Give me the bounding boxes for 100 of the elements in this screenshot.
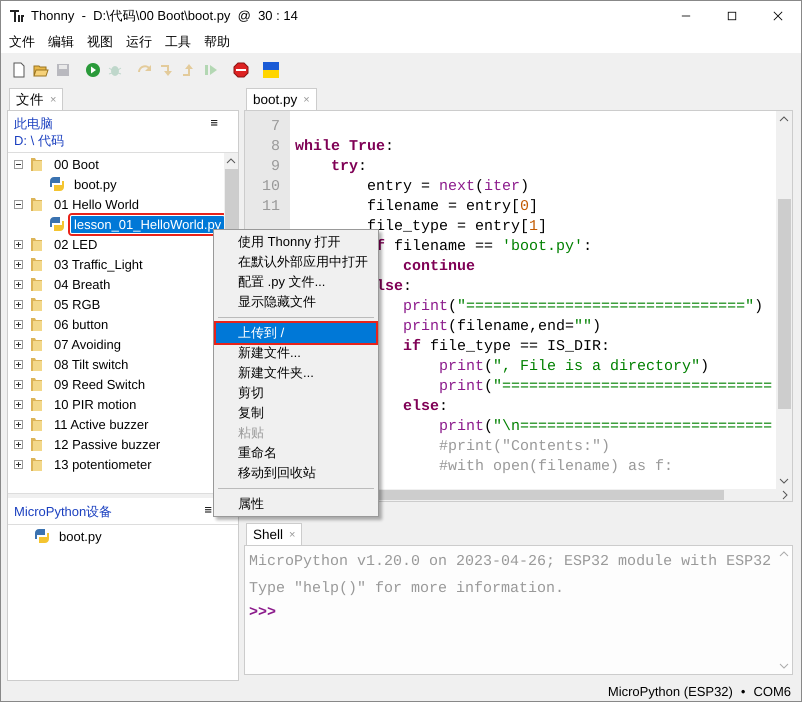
menu-icon[interactable]: ≡ xyxy=(210,115,218,130)
tree-item[interactable]: 06 button xyxy=(51,316,112,332)
folder-icon xyxy=(29,156,45,172)
code-line: entry = next(iter) xyxy=(367,178,530,195)
context-menu-item[interactable]: 属性 xyxy=(216,494,376,514)
expander-icon[interactable] xyxy=(14,240,23,248)
expander-icon[interactable] xyxy=(14,380,23,388)
stop-sign-icon[interactable] xyxy=(233,62,249,78)
code-line: file_type = entry[1] xyxy=(367,218,548,235)
python-file-icon xyxy=(49,216,65,232)
menu-item[interactable]: 文件 xyxy=(9,33,35,51)
context-menu-item[interactable]: 配置 .py 文件... xyxy=(216,272,376,292)
tree-item[interactable]: 00 Boot xyxy=(51,156,102,172)
folder-icon xyxy=(29,376,45,392)
code-line: #with open(filename) as f: xyxy=(439,458,674,475)
tree-item[interactable]: 05 RGB xyxy=(51,296,104,312)
expander-icon[interactable] xyxy=(14,340,23,348)
folder-icon xyxy=(29,316,45,332)
tree-item[interactable]: 13 potentiometer xyxy=(51,456,155,472)
folder-icon xyxy=(29,236,45,252)
menu-item[interactable]: 工具 xyxy=(165,33,191,51)
files-tab[interactable]: 文件 × xyxy=(9,88,64,110)
code-line: print("\n============================ xyxy=(439,418,772,435)
tree-item[interactable]: boot.py xyxy=(71,176,120,192)
folder-icon xyxy=(29,296,45,312)
tree-item[interactable]: 11 Active buzzer xyxy=(51,416,152,432)
run-icon[interactable] xyxy=(85,62,101,78)
arrow-up-icon[interactable] xyxy=(779,116,789,122)
expander-icon[interactable] xyxy=(14,260,23,268)
expander-icon[interactable] xyxy=(14,200,23,208)
context-menu-item[interactable]: 复制 xyxy=(216,403,376,423)
flag-icon[interactable] xyxy=(263,62,279,78)
expander-icon[interactable] xyxy=(14,280,23,288)
context-menu-item[interactable]: 重命名 xyxy=(216,443,376,463)
scrollbar[interactable] xyxy=(776,111,792,489)
expander-icon[interactable] xyxy=(14,320,23,328)
context-menu-item[interactable]: 上传到 / xyxy=(216,323,376,343)
new-file-icon[interactable] xyxy=(11,62,27,78)
tree-item[interactable]: 03 Traffic_Light xyxy=(51,256,146,272)
line-number: 11 xyxy=(262,197,280,217)
expander-icon[interactable] xyxy=(14,400,23,408)
code-line: print(", File is a directory") xyxy=(439,358,710,375)
code-line: print("============================== xyxy=(439,378,772,395)
code-line: filename = entry[0] xyxy=(367,198,538,215)
context-menu-item[interactable]: 新建文件夹... xyxy=(216,363,376,383)
context-menu-item[interactable]: 在默认外部应用中打开 xyxy=(216,252,376,272)
code-line: else: xyxy=(403,398,448,415)
code-line: print(filename,end="") xyxy=(403,318,602,335)
app-icon xyxy=(9,8,25,24)
python-file-icon xyxy=(49,176,65,192)
shell-tab[interactable]: Shell × xyxy=(246,523,302,545)
line-number: 10 xyxy=(262,177,280,197)
expander-icon[interactable] xyxy=(14,420,23,428)
path-link[interactable]: D: \ 代码 xyxy=(14,133,64,148)
code-line: continue xyxy=(403,258,476,275)
shell-line: MicroPython v1.20.0 on 2023-04-26; ESP32 module with ESP32 xyxy=(249,552,772,572)
code-line: #print("Contents:") xyxy=(439,438,610,455)
python-file-icon xyxy=(34,528,50,544)
arrow-right-icon[interactable] xyxy=(782,490,788,500)
tree-item[interactable]: lesson_01_HelloWorld.py xyxy=(71,216,224,232)
expander-icon[interactable] xyxy=(14,460,23,468)
tree-item[interactable]: 04 Breath xyxy=(51,276,114,292)
expander-icon[interactable] xyxy=(14,300,23,308)
folder-icon xyxy=(29,436,45,452)
menu-item[interactable]: 编辑 xyxy=(48,33,74,51)
expander-icon[interactable] xyxy=(14,360,23,368)
menu-icon[interactable]: ≡ xyxy=(204,502,212,517)
tree-item[interactable]: boot.py xyxy=(56,528,105,544)
expander-icon[interactable] xyxy=(14,440,23,448)
menu-item[interactable]: 视图 xyxy=(87,33,113,51)
menu-item[interactable]: 运行 xyxy=(126,33,152,51)
context-menu-item[interactable]: 剪切 xyxy=(216,383,376,403)
shell-line: Type "help()" for more information. xyxy=(249,579,566,599)
device-title: MicroPython设备 xyxy=(14,504,112,519)
folder-icon xyxy=(29,356,45,372)
shell-line: >>> xyxy=(249,603,276,623)
arrow-up-icon[interactable] xyxy=(226,158,236,164)
tree-item[interactable]: 01 Hello World xyxy=(51,196,142,212)
context-menu-item[interactable]: 使用 Thonny 打开 xyxy=(216,232,376,252)
location-link[interactable]: 此电脑 xyxy=(14,116,53,131)
tree-item[interactable]: 09 Reed Switch xyxy=(51,376,148,392)
tree-item[interactable]: 10 PIR motion xyxy=(51,396,140,412)
menu-item[interactable]: 帮助 xyxy=(204,33,230,51)
tree-item[interactable]: 02 LED xyxy=(51,236,100,252)
folder-icon xyxy=(29,276,45,292)
line-number: 7 xyxy=(270,117,280,137)
editor-tab[interactable]: boot.py × xyxy=(246,88,317,110)
expander-icon[interactable] xyxy=(14,160,23,168)
tree-item[interactable]: 08 Tilt switch xyxy=(51,356,132,372)
context-menu-item[interactable]: 显示隐藏文件 xyxy=(216,292,376,312)
line-number: 9 xyxy=(270,157,280,177)
folder-icon xyxy=(29,396,45,412)
status-text: COM6 xyxy=(753,684,791,698)
context-menu-item[interactable]: 新建文件... xyxy=(216,343,376,363)
tree-item[interactable]: 07 Avoiding xyxy=(51,336,124,352)
folder-icon xyxy=(29,336,45,352)
arrow-down-icon[interactable] xyxy=(779,478,789,484)
folder-icon xyxy=(29,416,45,432)
context-menu-item[interactable]: 移动到回收站 xyxy=(216,463,376,483)
tree-item[interactable]: 12 Passive buzzer xyxy=(51,436,164,452)
